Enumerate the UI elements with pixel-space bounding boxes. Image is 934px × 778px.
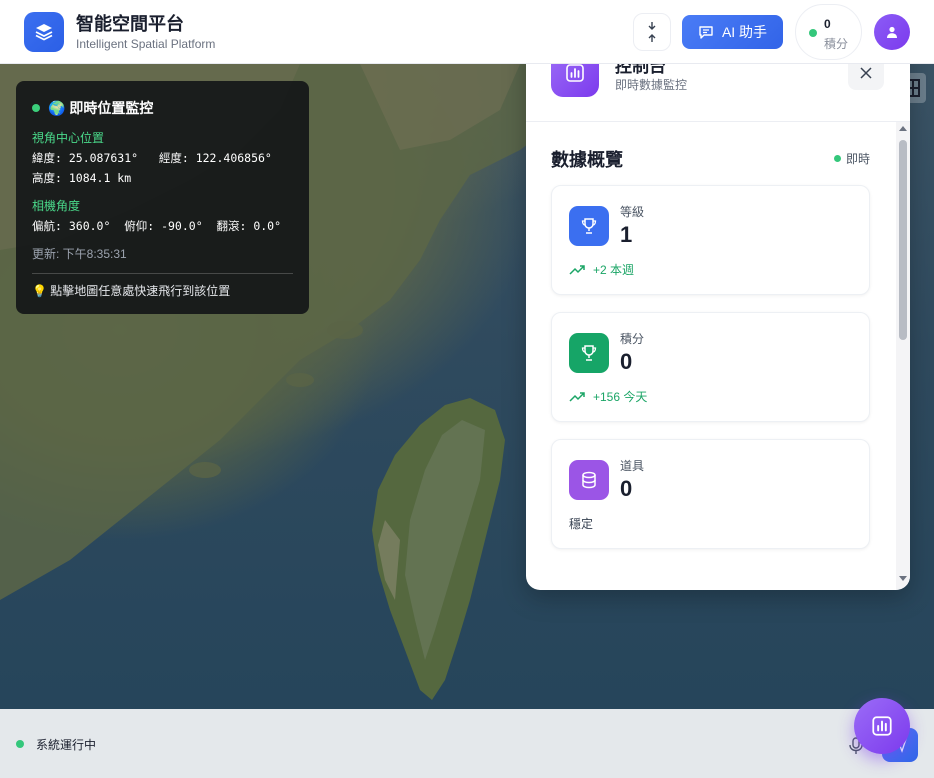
bar-chart-icon bbox=[872, 716, 892, 736]
card-value: 1 bbox=[620, 222, 633, 247]
live-label: 即時 bbox=[846, 152, 871, 166]
card-status: 穩定 bbox=[569, 517, 594, 531]
dashboard-toggle-button[interactable] bbox=[854, 698, 910, 754]
app-title: 智能空間平台 bbox=[76, 14, 184, 34]
bottom-status-bar: 系統運行中 bbox=[0, 709, 934, 778]
card-trend: +2 本週 bbox=[593, 263, 635, 277]
card-label: 道具 bbox=[620, 459, 645, 473]
score-indicator[interactable]: 0 積分 bbox=[795, 4, 862, 60]
user-icon bbox=[887, 26, 897, 38]
ai-assistant-button[interactable]: AI 助手 bbox=[682, 15, 783, 49]
points-card[interactable]: 積分 0 +156 今天 bbox=[551, 312, 870, 422]
online-dot bbox=[809, 29, 817, 37]
app-subtitle: Intelligent Spatial Platform bbox=[76, 37, 216, 51]
scroll-up-arrow-icon[interactable] bbox=[899, 126, 907, 131]
score-value: 0 bbox=[824, 17, 831, 31]
dashboard-panel: 控制台 即時數據監控 數據概覽 即時 等級 1 +2 本週 積分 0 +156 … bbox=[526, 30, 910, 590]
scrollbar[interactable] bbox=[896, 122, 910, 590]
card-trend: +156 今天 bbox=[593, 390, 648, 404]
card-label: 等級 bbox=[620, 205, 645, 219]
overview-title: 數據概覽 bbox=[551, 150, 623, 170]
dashboard-subtitle: 即時數據監控 bbox=[615, 78, 688, 92]
trophy-icon bbox=[569, 206, 609, 246]
scroll-down-arrow-icon[interactable] bbox=[899, 576, 907, 581]
top-header: 智能空間平台 Intelligent Spatial Platform AI 助… bbox=[0, 0, 934, 64]
position-monitor-panel: 🌍 即時位置監控 視角中心位置 緯度: 25.087631° 經度: 122.4… bbox=[16, 81, 309, 314]
fly-to-hint: 💡 點擊地圖任意處快速飛行到該位置 bbox=[32, 284, 231, 298]
collapse-button[interactable] bbox=[633, 13, 671, 51]
camera-angle-readout: 偏航: 360.0° 俯仰: -90.0° 翻滾: 0.0° bbox=[32, 219, 282, 233]
trending-up-icon bbox=[569, 391, 585, 402]
system-status: 系統運行中 bbox=[36, 738, 97, 752]
trophy-icon bbox=[569, 333, 609, 373]
chat-icon bbox=[699, 26, 713, 39]
monitor-title: 🌍 即時位置監控 bbox=[48, 100, 154, 116]
close-icon bbox=[860, 67, 872, 79]
layers-logo-icon bbox=[24, 12, 64, 52]
card-value: 0 bbox=[620, 476, 633, 501]
live-badge: 即時 bbox=[834, 150, 870, 167]
live-dot bbox=[32, 104, 40, 112]
divider bbox=[32, 273, 293, 274]
collapse-arrows-icon bbox=[648, 22, 656, 42]
items-card[interactable]: 道具 0 穩定 bbox=[551, 439, 870, 549]
score-label: 積分 bbox=[824, 37, 849, 51]
card-value: 0 bbox=[620, 349, 633, 374]
trending-up-icon bbox=[569, 264, 585, 275]
ai-assistant-label: AI 助手 bbox=[721, 24, 768, 40]
view-center-label: 視角中心位置 bbox=[32, 131, 105, 145]
camera-angle-label: 相機角度 bbox=[32, 199, 81, 213]
altitude-readout: 高度: 1084.1 km bbox=[32, 171, 132, 185]
level-card[interactable]: 等級 1 +2 本週 bbox=[551, 185, 870, 295]
user-avatar-button[interactable] bbox=[874, 14, 910, 50]
database-icon bbox=[569, 460, 609, 500]
update-time: 更新: 下午8:35:31 bbox=[32, 247, 127, 261]
lat-lon-readout: 緯度: 25.087631° 經度: 122.406856° bbox=[32, 151, 272, 165]
card-label: 積分 bbox=[620, 332, 645, 346]
scroll-thumb[interactable] bbox=[899, 140, 907, 340]
live-dot bbox=[834, 155, 841, 162]
status-dot bbox=[16, 740, 24, 748]
